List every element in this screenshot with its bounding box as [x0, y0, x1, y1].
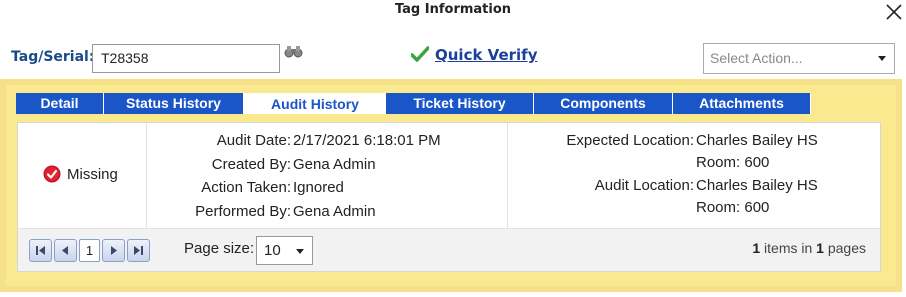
checkmark-icon — [411, 46, 429, 62]
audit-date-label: Audit Date: — [216, 132, 291, 149]
quick-verify-link[interactable]: Quick Verify — [435, 46, 537, 64]
pages-count: 1 — [816, 240, 824, 256]
page-size-select[interactable]: 10 — [256, 236, 313, 265]
created-by-label: Created By: — [211, 156, 291, 173]
first-page-button[interactable] — [29, 239, 52, 262]
select-action-placeholder: Select Action... — [710, 50, 803, 66]
next-page-button[interactable] — [102, 239, 125, 262]
tab-audit-history[interactable]: Audit History — [244, 93, 386, 114]
items-text: items in — [764, 240, 813, 256]
performed-by-label: Performed By: — [195, 203, 291, 220]
last-page-icon — [134, 246, 143, 255]
performed-by-value: Gena Admin — [293, 203, 376, 220]
tag-serial-label: Tag/Serial: — [11, 49, 95, 65]
created-by-value: Gena Admin — [293, 156, 376, 173]
tag-serial-input[interactable]: T28358 — [92, 44, 280, 73]
pages-text: pages — [827, 240, 866, 256]
dialog-title: Tag Information — [394, 2, 512, 17]
action-taken-label: Action Taken: — [201, 179, 291, 196]
page-size-value: 10 — [264, 242, 281, 259]
prev-page-button[interactable] — [54, 239, 77, 262]
tab-status-history[interactable]: Status History — [104, 93, 244, 114]
last-page-button[interactable] — [127, 239, 150, 262]
close-button[interactable] — [884, 2, 904, 22]
missing-status-icon — [43, 165, 61, 183]
binoculars-icon[interactable] — [284, 45, 303, 58]
audit-details-cell: Audit Date: 2/17/2021 6:18:01 PM Created… — [147, 123, 508, 228]
current-page-number[interactable]: 1 — [79, 239, 100, 262]
locations-cell: Expected Location: Charles Bailey HS Roo… — [508, 123, 880, 228]
close-icon — [886, 4, 902, 20]
next-page-icon — [111, 246, 117, 255]
tab-panel: Detail Status History Audit History Tick… — [0, 79, 902, 292]
expected-location-room: Room: 600 — [696, 154, 770, 171]
select-action-dropdown[interactable]: Select Action... — [703, 43, 895, 74]
audit-location-room: Room: 600 — [696, 199, 770, 216]
chevron-down-icon — [296, 249, 304, 254]
first-page-icon — [36, 246, 45, 255]
audit-location-label: Audit Location: — [594, 177, 694, 194]
prev-page-icon — [62, 246, 68, 255]
expected-location-label: Expected Location: — [566, 132, 694, 149]
tab-ticket-history[interactable]: Ticket History — [386, 93, 534, 114]
grid-pager: 1 Page size: 10 1 items in 1 pages — [18, 228, 880, 271]
items-count: 1 — [752, 240, 761, 256]
audit-location-line1: Charles Bailey HS — [696, 177, 818, 194]
tab-components[interactable]: Components — [534, 93, 673, 114]
tab-detail[interactable]: Detail — [16, 93, 104, 114]
items-summary: 1 items in 1 pages — [752, 240, 866, 256]
page-size-label: Page size: — [184, 240, 255, 257]
tab-strip: Detail Status History Audit History Tick… — [16, 93, 811, 114]
action-taken-value: Ignored — [293, 179, 344, 196]
expected-location-line1: Charles Bailey HS — [696, 132, 818, 149]
chevron-down-icon — [878, 56, 886, 61]
audit-date-value: 2/17/2021 6:18:01 PM — [293, 132, 441, 149]
pager-buttons: 1 — [29, 239, 152, 262]
tab-attachments[interactable]: Attachments — [673, 93, 811, 114]
audit-history-grid: Missing Audit Date: 2/17/2021 6:18:01 PM… — [17, 122, 881, 272]
